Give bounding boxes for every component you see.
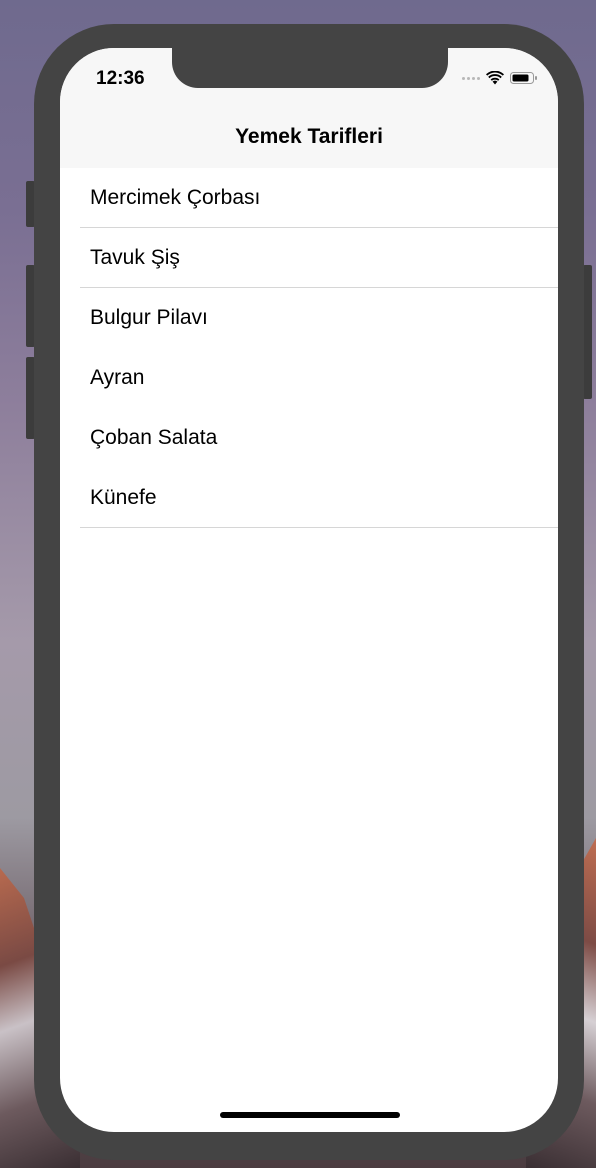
status-time: 12:36 [96, 68, 145, 89]
list-item-label: Bulgur Pilavı [90, 306, 208, 329]
list-item[interactable]: Çoban Salata [60, 408, 558, 468]
page-title: Yemek Tarifleri [235, 125, 383, 148]
list-item-label: Ayran [90, 366, 145, 389]
recipe-list: Mercimek Çorbası Tavuk Şiş Bulgur Pilavı… [60, 168, 558, 528]
battery-icon [510, 72, 537, 84]
wifi-icon [486, 71, 504, 85]
list-item[interactable]: Tavuk Şiş [60, 228, 558, 288]
list-item[interactable]: Mercimek Çorbası [60, 168, 558, 228]
list-item-label: Tavuk Şiş [90, 246, 180, 269]
row-separator [80, 527, 558, 528]
navigation-bar: Yemek Tarifleri [60, 108, 558, 168]
status-icons [462, 70, 538, 86]
home-indicator[interactable] [220, 1112, 400, 1118]
list-item[interactable]: Bulgur Pilavı [60, 288, 558, 348]
device-screen: 12:36 Yemek Tarifleri Mercimek Çorbası T… [60, 48, 558, 1132]
side-button[interactable] [583, 265, 592, 399]
cellular-signal-icon [462, 76, 480, 80]
list-item[interactable]: Künefe [60, 468, 558, 528]
list-item[interactable]: Ayran [60, 348, 558, 408]
device-notch [172, 48, 448, 88]
list-item-label: Künefe [90, 486, 157, 509]
list-item-label: Mercimek Çorbası [90, 186, 261, 209]
list-item-label: Çoban Salata [90, 426, 218, 449]
